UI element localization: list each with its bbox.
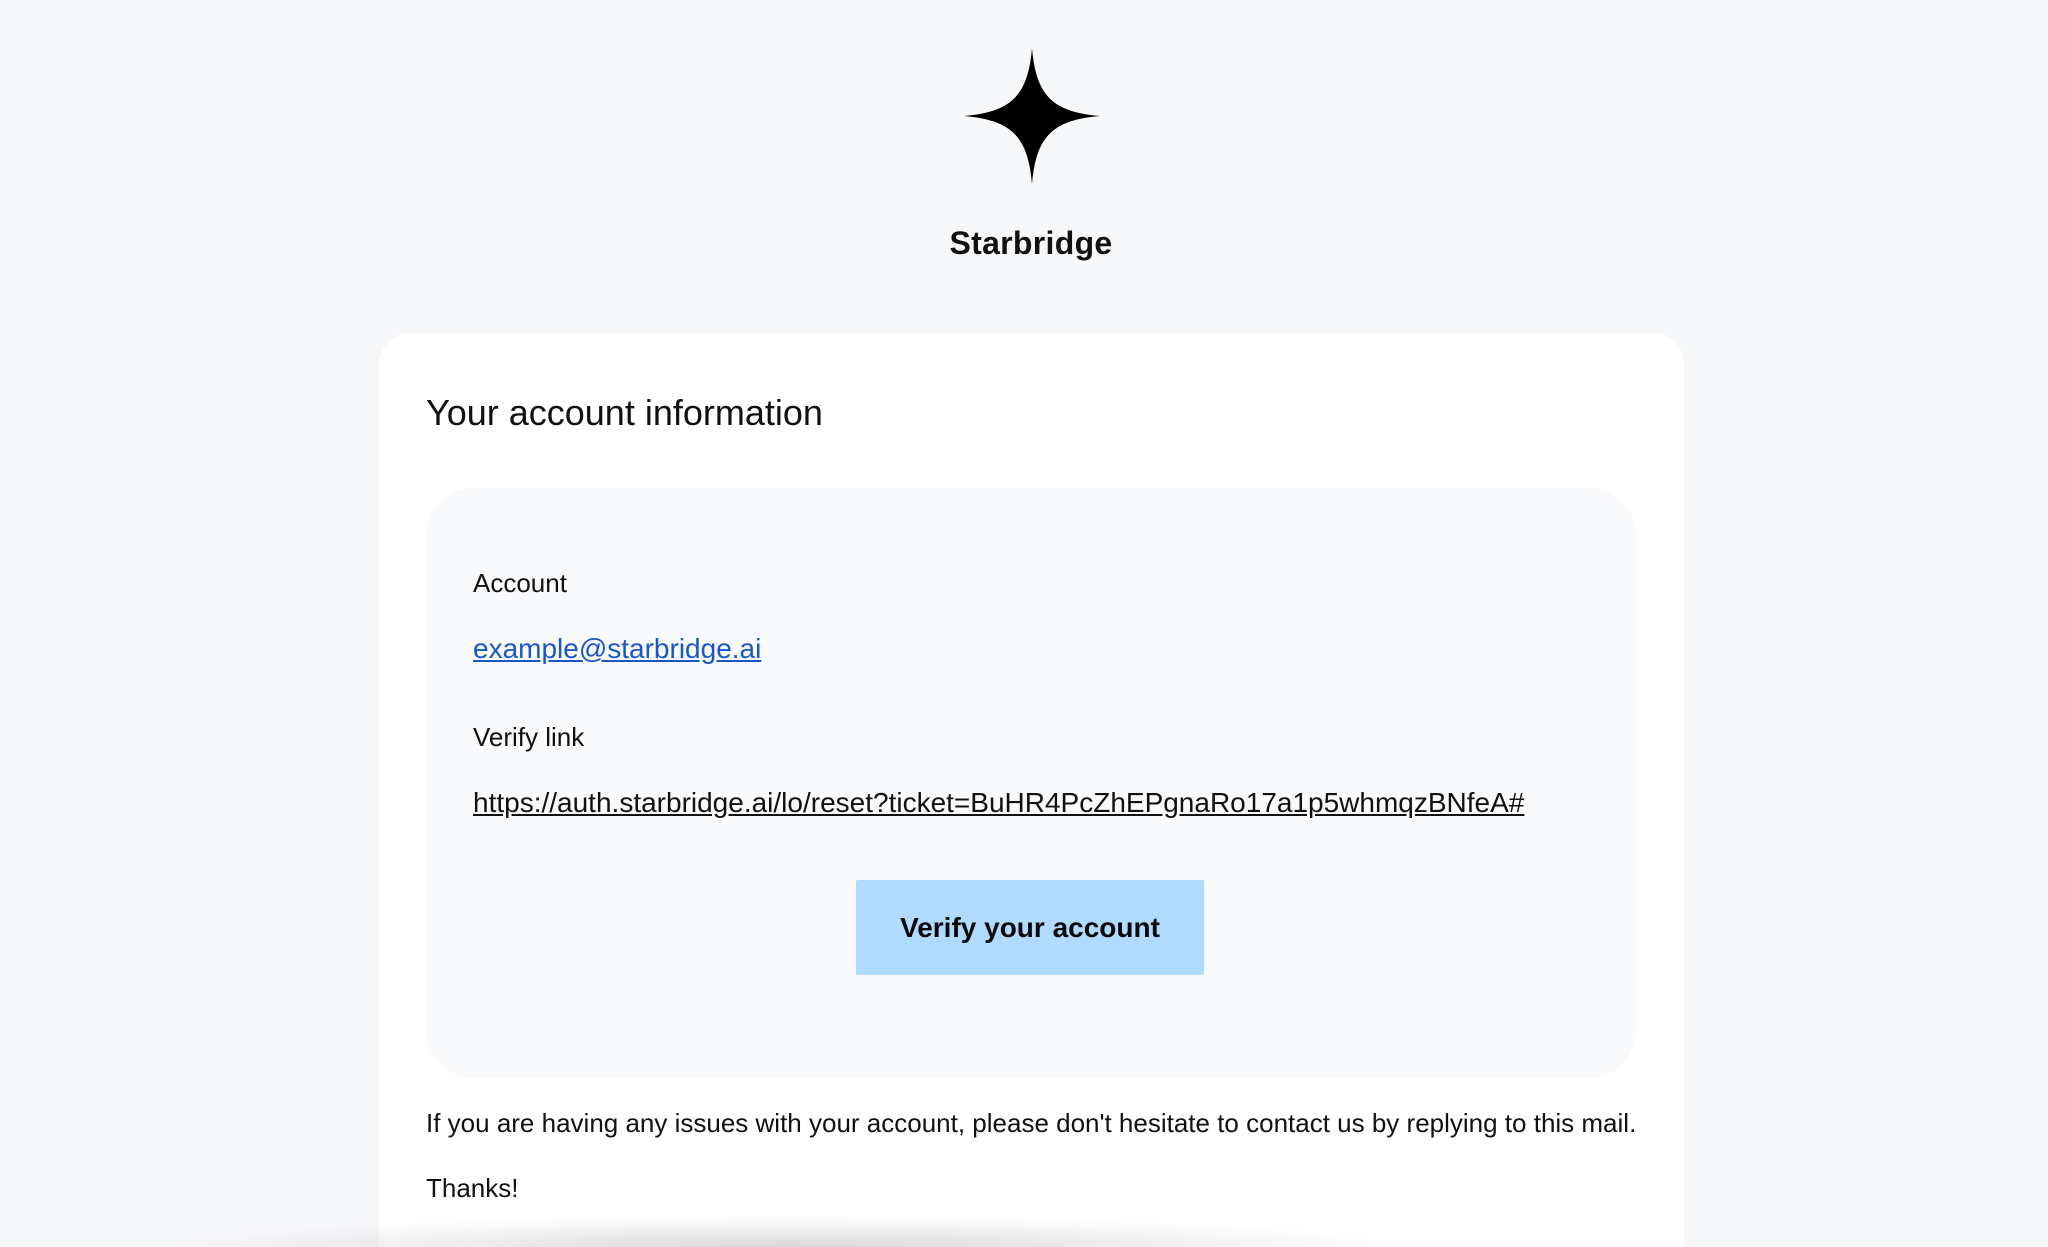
verify-account-button[interactable]: Verify your account <box>856 880 1204 975</box>
email-page: Starbridge Your account information Acco… <box>0 0 2048 1247</box>
account-info-box: Account example@starbridge.ai Verify lin… <box>426 488 1636 1078</box>
verify-url-link[interactable]: https://auth.starbridge.ai/lo/reset?tick… <box>473 787 1524 819</box>
card-title: Your account information <box>426 392 823 433</box>
starbridge-logo-icon <box>964 48 1100 184</box>
verify-link-label: Verify link <box>473 722 585 752</box>
account-email-link[interactable]: example@starbridge.ai <box>473 633 761 665</box>
brand-name: Starbridge <box>949 225 1113 261</box>
account-label: Account <box>473 568 567 598</box>
four-point-star-icon <box>964 48 1100 184</box>
account-card: Your account information Account example… <box>379 333 1684 1247</box>
support-message: If you are having any issues with your a… <box>426 1108 1637 1138</box>
thanks-message: Thanks! <box>426 1173 519 1203</box>
